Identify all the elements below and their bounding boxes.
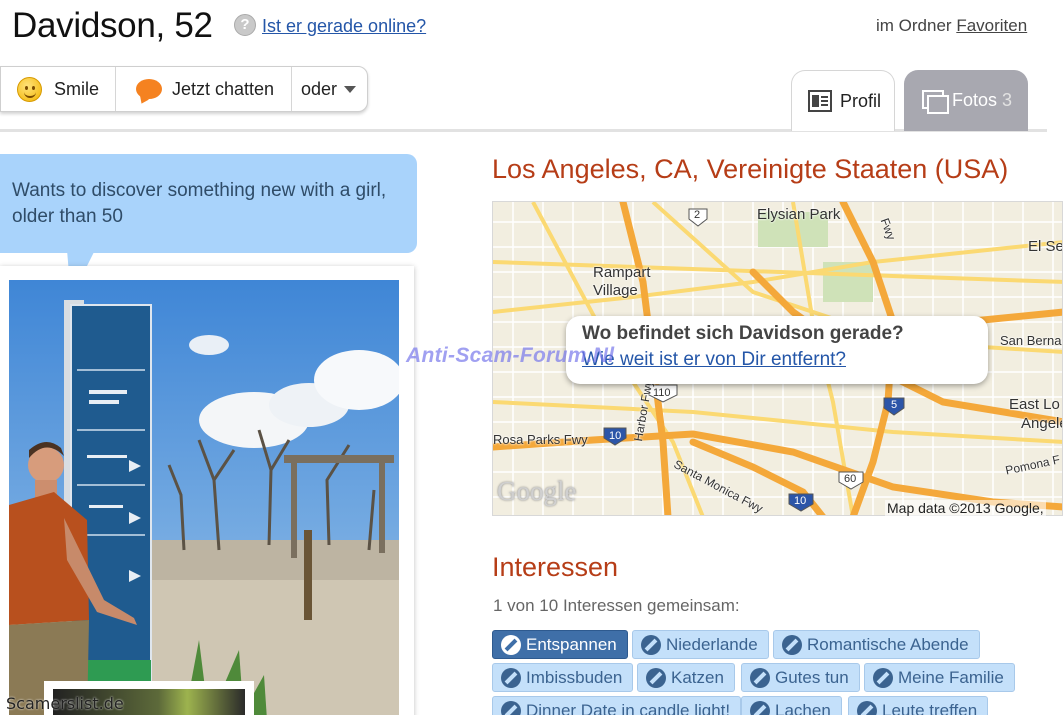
action-bar: Smile Jetzt chatten oder — [0, 66, 368, 112]
map-label: San Bernar — [1000, 333, 1063, 348]
folder-info: im Ordner Favoriten — [876, 16, 1027, 36]
interest-tag[interactable]: Entspannen — [492, 630, 628, 659]
watermark-mid: Anti-Scam-Forum.Nl — [406, 344, 615, 367]
map-popup-question: Wo befindet sich Davidson gerade? — [582, 323, 904, 344]
interest-tag[interactable]: Romantische Abende — [773, 630, 980, 659]
map-label: Rosa Parks Fwy — [493, 432, 588, 447]
guitar-icon — [750, 700, 770, 715]
tab-profil-label: Profil — [840, 90, 882, 111]
planet-icon — [782, 634, 802, 655]
interest-tag[interactable]: Niederlande — [632, 630, 769, 659]
interest-tag[interactable]: Katzen — [637, 663, 735, 692]
interest-tag-label: Meine Familie — [898, 667, 1004, 687]
more-dropdown[interactable]: oder — [292, 67, 357, 111]
map-label: Elysian Park — [757, 206, 841, 223]
help-icon[interactable]: ? — [234, 14, 256, 36]
tab-fotos-label: Fotos — [952, 90, 998, 110]
chat-button[interactable]: Jetzt chatten — [116, 67, 292, 111]
map-label: East Lo — [1009, 396, 1060, 413]
more-label: oder — [301, 78, 338, 99]
interest-tag-label: Romantische Abende — [807, 634, 969, 654]
location-title: Los Angeles, CA, Vereinigte Staaten (USA… — [492, 154, 1009, 184]
profile-name: Davidson, 52 — [12, 6, 213, 45]
chat-label: Jetzt chatten — [172, 78, 275, 99]
interest-tag-label: Dinner Date in candle light! — [526, 700, 731, 715]
music-note-icon — [501, 700, 521, 715]
guitar-icon — [501, 667, 521, 688]
interest-tag-label: Gutes tun — [775, 667, 849, 687]
map-label: 10 — [609, 430, 622, 442]
online-status-link[interactable]: Ist er gerade online? — [262, 16, 426, 37]
guitar-icon — [750, 667, 770, 688]
interest-tag-label: Entspannen — [526, 634, 617, 654]
interest-tag[interactable]: Lachen — [741, 696, 842, 715]
profile-card-icon — [808, 90, 832, 112]
photos-icon — [922, 89, 949, 114]
interest-tag[interactable]: Dinner Date in candle light! — [492, 696, 742, 715]
smile-label: Smile — [54, 78, 100, 99]
planet-icon — [857, 700, 877, 715]
profile-photo[interactable] — [9, 280, 399, 715]
planet-icon — [873, 667, 893, 688]
chevron-down-icon — [344, 85, 357, 93]
smile-button[interactable]: Smile — [1, 67, 116, 111]
distance-link[interactable]: Wie weit ist er von Dir entfernt? — [582, 349, 988, 371]
map-label: 10 — [794, 495, 807, 507]
globe-icon — [641, 634, 661, 655]
map-label: 2 — [694, 209, 701, 221]
smiley-icon — [17, 76, 42, 102]
map-label: Rampart Village — [593, 264, 651, 299]
favorites-link[interactable]: Favoriten — [956, 16, 1027, 35]
chat-bubble-icon — [136, 79, 162, 99]
interest-tag-label: Imbissbuden — [526, 667, 623, 687]
interest-tag-label: Lachen — [775, 700, 831, 715]
folder-prefix: im Ordner — [876, 16, 952, 35]
guitar-icon — [501, 634, 521, 655]
watermark-bottom: Scamerslist.de — [6, 694, 124, 713]
google-logo: Google — [497, 476, 577, 506]
map-label: Angele — [1021, 415, 1062, 432]
map-data-attribution: Map data ©2013 Google, — [885, 500, 1046, 516]
interests-title: Interessen — [492, 552, 619, 582]
interest-tag-label: Katzen — [671, 667, 724, 687]
interest-tag-label: Leute treffen — [882, 700, 978, 715]
map-popup: Wo befindet sich Davidson gerade? Wie we… — [566, 316, 988, 384]
interests-common: 1 von 10 Interessen gemeinsam: — [493, 596, 740, 615]
bio-bubble: Wants to discover something new with a g… — [0, 154, 417, 253]
map-label: El Se — [1028, 238, 1063, 255]
map-label: 110 — [653, 387, 671, 399]
guitar-icon — [646, 667, 666, 688]
interest-tag[interactable]: Meine Familie — [864, 663, 1015, 692]
interest-tag-label: Niederlande — [666, 634, 758, 654]
tab-fotos-count: 3 — [1002, 90, 1013, 110]
interest-tag[interactable]: Imbissbuden — [492, 663, 634, 692]
tab-fotos[interactable]: Fotos 3 — [904, 70, 1028, 131]
map-label: 5 — [891, 399, 898, 411]
map-label: 60 — [844, 473, 857, 485]
tab-profil[interactable]: Profil — [791, 70, 895, 131]
interest-tag[interactable]: Gutes tun — [741, 663, 860, 692]
interest-tag[interactable]: Leute treffen — [848, 696, 989, 715]
